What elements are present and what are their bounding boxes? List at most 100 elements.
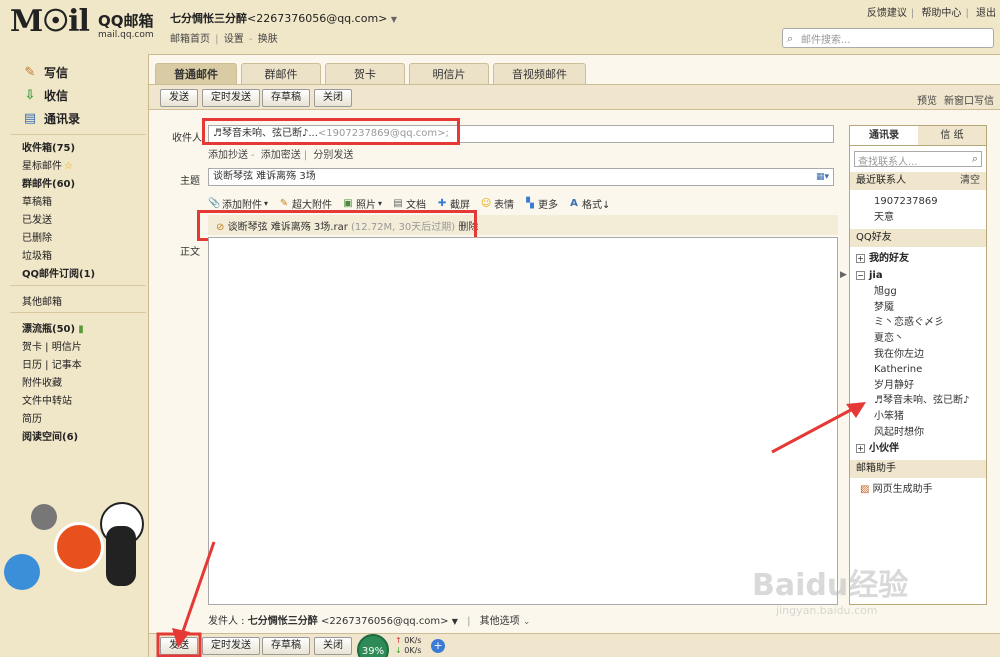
link-mail-home[interactable]: 邮箱首页 [170, 34, 210, 45]
mail-search-placeholder: 邮件搜索... [801, 35, 851, 46]
mail-body-editor[interactable] [208, 237, 838, 605]
qq-friends-header: QQ好友 [850, 229, 986, 248]
format-button[interactable]: A 格式↓ [568, 196, 610, 212]
subject-field[interactable]: 谈断琴弦 难诉离殇 3场 ▦▾ [208, 168, 834, 186]
friend-item[interactable]: ミ丶恋惑ぐ〆彡 [850, 315, 986, 331]
folder-resume[interactable]: 简历 [22, 410, 42, 425]
folder-inbox[interactable]: 收件箱(75) [22, 139, 75, 154]
folder-group-mail[interactable]: 群邮件(60) [22, 175, 75, 190]
friend-item[interactable]: 旭gg [850, 284, 986, 300]
sender-dropdown-icon[interactable]: ▼ [452, 617, 458, 626]
expand-icon[interactable]: + [856, 253, 865, 263]
link-settings[interactable]: 设置 [224, 34, 244, 45]
tab-contacts[interactable]: 通讯录 [850, 126, 918, 145]
user-dropdown-icon[interactable]: ▼ [391, 15, 397, 24]
collapse-panel-icon[interactable]: ▶ [840, 270, 847, 280]
add-bcc-link[interactable]: 添加密送 [261, 150, 301, 161]
close-button-bottom[interactable]: 关闭 [314, 637, 352, 655]
tab-greeting-card[interactable]: 贺卡 [325, 63, 405, 85]
contact-search-input[interactable]: 查找联系人... ⌕ [854, 151, 982, 168]
add-cc-link[interactable]: 添加抄送 [208, 150, 248, 161]
emoji-button[interactable]: ☺ 表情 [480, 196, 514, 212]
collapse-icon[interactable]: − [856, 270, 865, 280]
user-email: <2267376056@qq.com> [247, 12, 388, 25]
recent-contact[interactable]: 天意 [850, 210, 986, 226]
screenshot-button[interactable]: ✚ 截屏 [436, 196, 470, 212]
group-jia[interactable]: − jia [850, 267, 986, 284]
friend-item[interactable]: 岁月静好 [850, 378, 986, 394]
friend-item[interactable]: 梦魇 [850, 300, 986, 316]
save-draft-button-bottom[interactable]: 存草稿 [262, 637, 310, 655]
assistant-item[interactable]: ▨ 网页生成助手 [850, 478, 986, 498]
group-small-partners[interactable]: + 小伙伴 [850, 440, 986, 457]
friend-item[interactable]: ♬琴音未响、弦已断♪ [850, 393, 986, 409]
compose-action[interactable]: ✎ 写信 [22, 64, 68, 81]
tab-normal-mail[interactable]: 普通邮件 [155, 63, 237, 85]
download-speed: 0K/s [404, 646, 422, 655]
send-button[interactable]: 发送 [160, 89, 198, 107]
recent-contact[interactable]: 1907237869 [850, 194, 986, 210]
qq-mail-logo[interactable]: M☉il QQ邮箱 mail.qq.com [10, 4, 160, 42]
photo-button[interactable]: ▣ 照片 ▾ [342, 196, 382, 212]
tab-group-mail[interactable]: 群邮件 [241, 63, 321, 85]
friend-item[interactable]: 风起时想你 [850, 425, 986, 441]
folder-deleted[interactable]: 已删除 [22, 229, 52, 244]
dropdown-icon[interactable]: ▾ [264, 199, 268, 208]
sidebar-divider [10, 285, 146, 286]
add-attachment-button[interactable]: 📎 添加附件 ▾ [208, 196, 268, 212]
folder-subscriptions[interactable]: QQ邮件订阅(1) [22, 265, 95, 280]
send-button-bottom[interactable]: 发送 [160, 637, 198, 655]
folder-starred[interactable]: 星标邮件 ☆ [22, 157, 73, 172]
friend-item[interactable]: Katherine [850, 362, 986, 378]
link-logout[interactable]: 退出 [976, 8, 996, 19]
folder-sent[interactable]: 已发送 [22, 211, 52, 226]
link-help[interactable]: 帮助中心 [921, 8, 961, 19]
schedule-send-button[interactable]: 定时发送 [202, 89, 260, 107]
folder-other-mailbox[interactable]: 其他邮箱 [22, 293, 62, 308]
subject-format-icon[interactable]: ▦▾ [816, 170, 829, 184]
contacts-action[interactable]: ▤ 通讯录 [22, 110, 80, 127]
large-attachment-button[interactable]: ✎ 超大附件 [278, 196, 332, 212]
preview-link[interactable]: 预览 [917, 92, 937, 107]
recent-contacts-title: 最近联系人 [856, 175, 906, 186]
paperclip-icon: 📎 [208, 197, 221, 209]
link-change-skin[interactable]: 换肤 [258, 34, 278, 45]
folder-drift-bottle[interactable]: 漂流瓶(50) ▮ [22, 320, 84, 335]
friend-item[interactable]: 夏恋丶 [850, 331, 986, 347]
folder-file-transfer[interactable]: 文件中转站 [22, 392, 72, 407]
logo-mark: M☉il [10, 4, 90, 39]
folder-attachments[interactable]: 附件收藏 [22, 374, 62, 389]
tab-av-mail[interactable]: 音视频邮件 [493, 63, 586, 85]
save-draft-button[interactable]: 存草稿 [262, 89, 310, 107]
expand-icon[interactable]: + [856, 443, 865, 453]
separate-send-link[interactable]: 分别发送 [313, 150, 353, 161]
group-name: jia [869, 270, 883, 282]
large-attachment-icon: ✎ [279, 197, 289, 209]
link-feedback[interactable]: 反馈建议 [867, 8, 907, 19]
clear-recent-link[interactable]: 清空 [960, 172, 980, 190]
compose-tabs: 普通邮件 群邮件 贺卡 明信片 音视频邮件 [155, 63, 586, 85]
mail-search-input[interactable]: ⌕ 邮件搜索... [782, 28, 994, 48]
receive-action[interactable]: ⇩ 收信 [22, 87, 68, 104]
folder-drafts[interactable]: 草稿箱 [22, 193, 52, 208]
add-attachment-label: 添加附件 [222, 200, 262, 211]
new-window-link[interactable]: 新窗口写信 [944, 92, 994, 107]
other-options-link[interactable]: 其他选项 [480, 616, 520, 627]
folder-calendar[interactable]: 日历 | 记事本 [22, 356, 82, 371]
friend-item[interactable]: 我在你左边 [850, 347, 986, 363]
plus-icon[interactable]: + [431, 639, 445, 653]
tab-postcard[interactable]: 明信片 [409, 63, 489, 85]
group-my-friends[interactable]: + 我的好友 [850, 250, 986, 267]
dropdown-icon[interactable]: ▾ [378, 199, 382, 208]
friend-item[interactable]: 小笨猪 [850, 409, 986, 425]
folder-reading-space[interactable]: 阅读空间(6) [22, 428, 78, 443]
folder-cards[interactable]: 贺卡 | 明信片 [22, 338, 82, 353]
document-button[interactable]: ▤ 文档 [392, 196, 426, 212]
schedule-send-button-bottom[interactable]: 定时发送 [202, 637, 260, 655]
body-label: 正文 [180, 247, 200, 258]
tab-stationery[interactable]: 信 纸 [918, 126, 986, 145]
close-button[interactable]: 关闭 [314, 89, 352, 107]
folder-spam[interactable]: 垃圾箱 [22, 247, 52, 262]
contacts-panel: 通讯录 信 纸 查找联系人... ⌕ 最近联系人 清空 1907237869 天… [849, 125, 987, 605]
more-button[interactable]: ▚ 更多 [524, 196, 558, 212]
